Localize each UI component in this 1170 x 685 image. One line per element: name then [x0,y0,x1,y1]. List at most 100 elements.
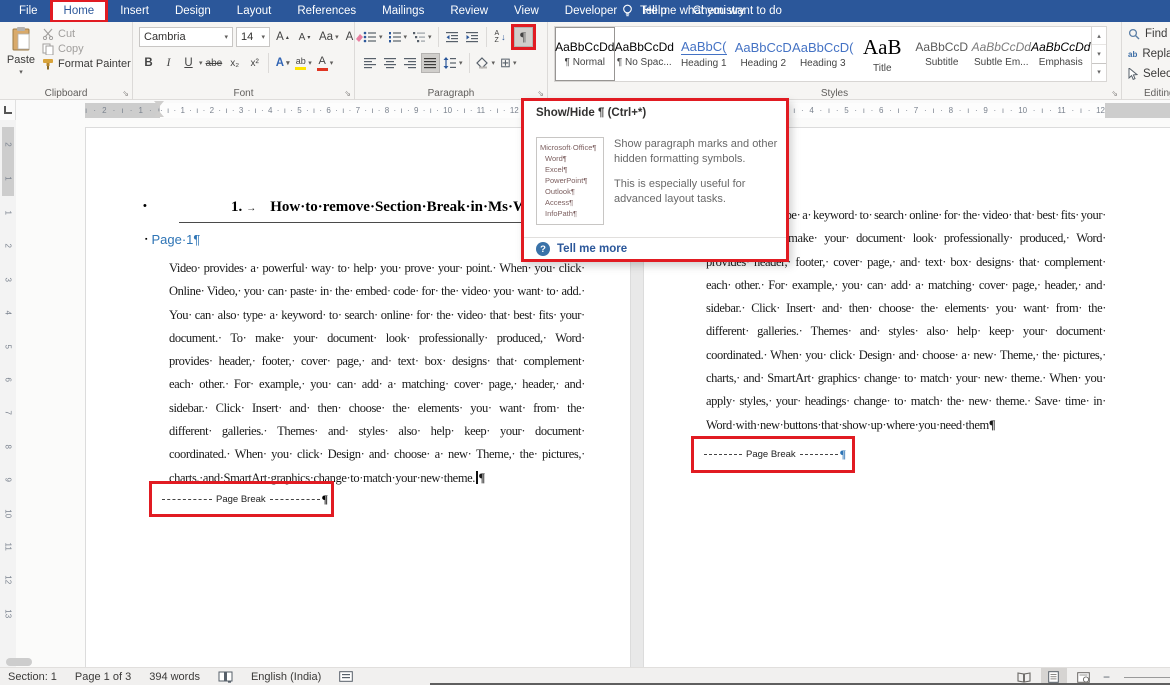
multilevel-list-button[interactable]: ▾ [410,27,434,47]
dialog-launcher-icon[interactable]: ⇘ [122,90,129,98]
page-break-label[interactable]: Page Break [212,494,270,505]
heading-text: How·to·remove·Section·Break·in·Ms·Word [270,199,549,215]
show-hide-formatting-button[interactable]: ¶ [514,27,533,47]
style-item[interactable]: AaBbCcD Subtitle [912,27,972,81]
grow-font-button[interactable]: A▴ [273,27,292,47]
help-icon: ? [536,242,550,256]
text-effects-button[interactable]: A ▾ [273,53,292,73]
body-paragraph[interactable]: Video·provides·a·powerful·way·to·help·yo… [169,257,585,490]
page-break-dashes [704,454,742,455]
replace-button[interactable]: ab Replace [1128,48,1170,60]
dialog-launcher-icon[interactable]: ⇘ [344,90,351,98]
preview-list-item: Access¶ [540,197,600,208]
paragraph-group: ▾ ▾ ▾ [355,22,548,100]
increase-indent-button[interactable] [463,27,482,47]
read-mode-icon [1017,672,1031,683]
align-center-icon [384,58,397,69]
horizontal-scrollbar-thumb[interactable] [6,658,32,666]
scroll-up-icon[interactable]: ▴ [1092,27,1106,44]
numbering-button[interactable]: ▾ [386,27,410,47]
chevron-down-icon: ▾ [404,33,408,41]
ribbon-tab[interactable]: References [284,0,369,22]
bold-button[interactable]: B [139,53,158,73]
select-button[interactable]: Select ▾ [1128,68,1170,80]
tell-me-more-link[interactable]: ? Tell me more [536,242,627,256]
font-name-combobox[interactable]: Cambria ▾ [139,27,233,47]
find-button[interactable]: Find ▾ [1128,28,1170,40]
proofing-status-icon[interactable] [218,671,233,683]
page-break-label[interactable]: Page Break [742,449,800,460]
hanging-indent-marker[interactable] [154,111,164,117]
ribbon-tab[interactable]: Layout [224,0,285,22]
style-item[interactable]: AaB Title [853,27,913,81]
zoom-out-button[interactable]: − [1101,670,1112,684]
change-case-button[interactable]: Aa ▾ [317,27,341,47]
pilcrow-icon: ¶ [520,29,526,45]
superscript-button[interactable]: x² [245,53,264,73]
scroll-down-icon[interactable]: ▾ [1092,44,1106,62]
style-item[interactable]: AaBbCcDd ¶ No Spac... [615,27,675,81]
highlight-color-button[interactable]: ab ▾ [293,53,314,73]
tell-me-box[interactable]: Tell me what you want to do [622,0,782,22]
preview-list-item: InfoPath¶ [540,208,600,219]
style-item[interactable]: AaBbC( Heading 1 [674,27,734,81]
decrease-indent-button[interactable] [443,27,462,47]
ribbon-tab[interactable]: Insert [107,0,162,22]
italic-button[interactable]: I [159,53,178,73]
ribbon-tab[interactable]: Design [162,0,224,22]
language-indicator[interactable]: English (India) [251,671,321,683]
style-item[interactable]: AaBbCcD Heading 2 [734,27,794,81]
keyboard-language-icon[interactable] [339,671,353,682]
underline-button[interactable]: U [179,53,198,73]
align-left-button[interactable] [361,53,380,73]
section-indicator[interactable]: Section: 1 [8,671,57,683]
chevron-down-icon: ▾ [379,33,383,41]
justify-button[interactable] [421,53,440,73]
format-painter-button[interactable]: Format Painter [42,58,131,70]
paste-button[interactable]: Paste ▾ [4,26,38,88]
chevron-down-icon[interactable]: ▾ [199,59,203,67]
font-color-button[interactable]: A ▾ [315,53,336,73]
paragraph-group-label: Paragraph [355,88,547,99]
ribbon-tab[interactable]: Review [437,0,501,22]
tab-stop-selector[interactable] [0,100,16,120]
cut-button[interactable]: Cut [42,28,131,40]
font-size-combobox[interactable]: 14 ▾ [236,27,270,47]
ribbon-tab[interactable]: Home [51,0,108,22]
strikethrough-button[interactable]: abe [204,53,225,73]
subheading-page-1[interactable]: ▪ Page·1¶ [145,232,200,247]
style-item[interactable]: AaBbCcDd Subtle Em... [972,27,1032,81]
page-indicator[interactable]: Page 1 of 3 [75,671,131,683]
subscript-button[interactable]: x₂ [225,53,244,73]
sort-button[interactable]: A Z ↓ [491,27,510,47]
bullets-button[interactable]: ▾ [361,27,385,47]
dialog-launcher-icon[interactable]: ⇘ [537,90,544,98]
style-item[interactable]: AaBbCcD( Heading 3 [793,27,853,81]
word-count[interactable]: 394 words [149,671,200,683]
ribbon-tab[interactable]: Developer [552,0,630,22]
body-line: sidebar.·Click·Insert·and·then·choose·th… [169,397,585,420]
ribbon-tab[interactable]: View [501,0,552,22]
first-line-indent-marker[interactable] [154,101,164,107]
align-right-button[interactable] [401,53,420,73]
dialog-launcher-icon[interactable]: ⇘ [1111,90,1118,98]
borders-button[interactable]: ⊞ ▾ [498,53,518,73]
vertical-ruler[interactable]: 21 12345678910111213 [0,120,16,667]
gallery-more-icon[interactable]: ▾ [1092,63,1106,81]
font-group: Cambria ▾ 14 ▾ A▴ A▾ Aa ▾ A [133,22,355,100]
lightbulb-icon [622,4,633,18]
copy-button[interactable]: Copy [42,43,131,55]
chevron-down-icon: ▾ [308,59,312,67]
style-item[interactable]: AaBbCcDd Emphasis [1031,27,1091,81]
shrink-font-button[interactable]: A▾ [295,27,314,47]
line-spacing-button[interactable]: ▾ [441,53,465,73]
shading-button[interactable]: ▾ [474,53,498,73]
ribbon-tab[interactable]: File [6,0,51,22]
pilcrow-mark: ¶ [320,492,328,507]
style-item[interactable]: AaBbCcDd ¶ Normal [555,27,615,81]
ribbon-tab[interactable]: Mailings [369,0,437,22]
align-center-button[interactable] [381,53,400,73]
justify-icon [424,58,437,69]
preview-list-item: Word¶ [540,153,600,164]
zoom-slider[interactable] [1124,677,1170,678]
